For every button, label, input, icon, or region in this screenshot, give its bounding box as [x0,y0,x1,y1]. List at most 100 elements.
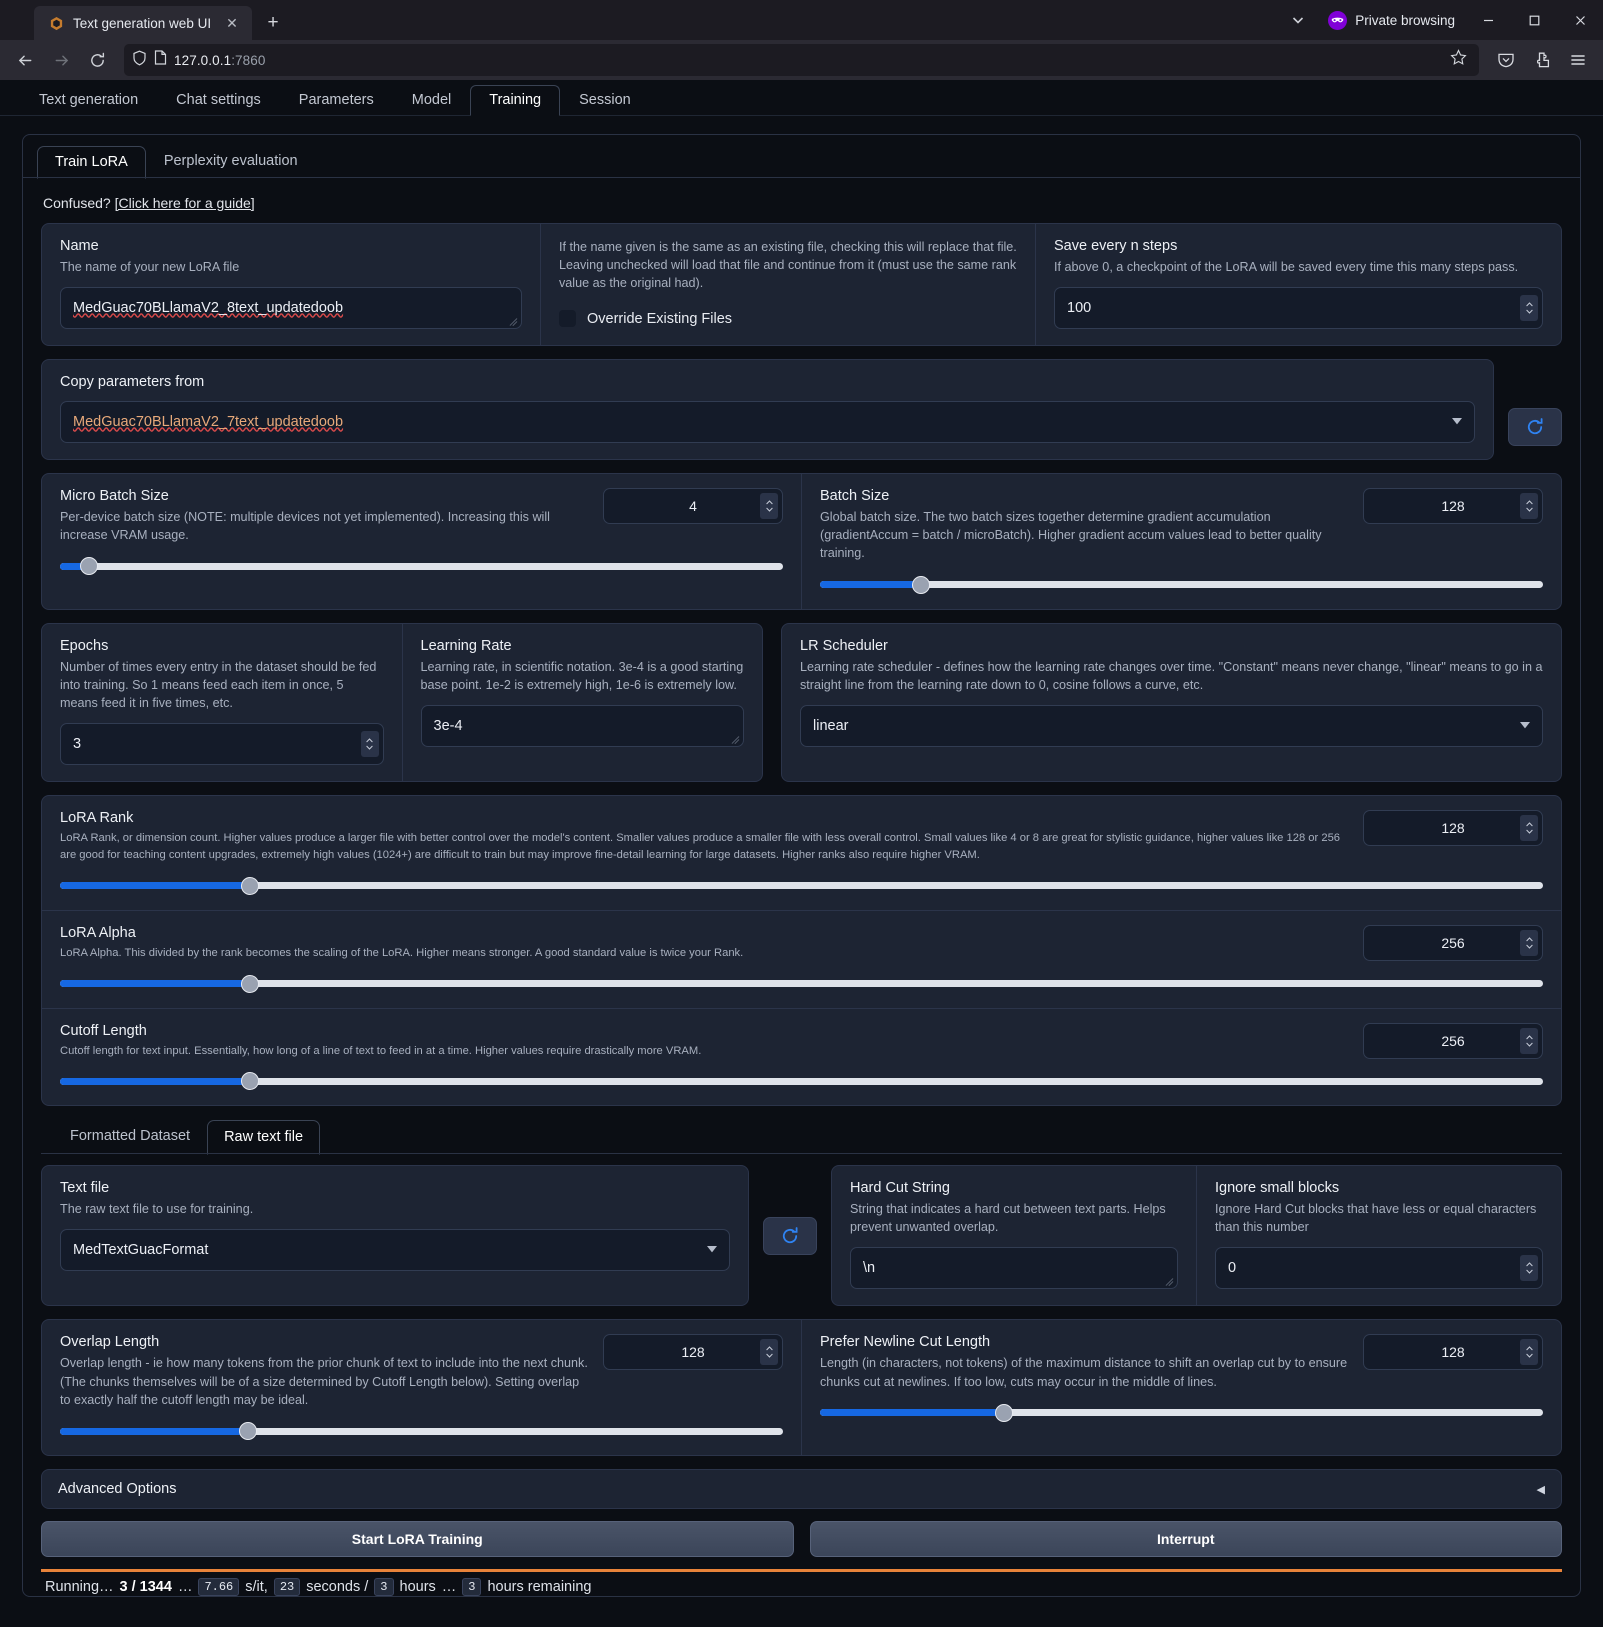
slider-knob[interactable] [239,1422,257,1440]
menu-icon[interactable] [1561,44,1595,76]
stepper-icon[interactable] [1520,295,1538,321]
slider-track [60,563,783,570]
resize-grip-icon[interactable] [507,315,518,326]
stepper-icon[interactable] [760,1339,778,1365]
text-file-label: Text file [60,1180,730,1196]
cutoff-length-slider[interactable] [60,1073,1543,1089]
override-existing-files-checkbox[interactable] [559,310,576,327]
slider-knob[interactable] [241,877,259,895]
lora-alpha-slider[interactable] [60,976,1543,992]
name-input[interactable]: MedGuac70BLlamaV2_8text_updatedoob [60,287,522,329]
epochs-desc: Number of times every entry in the datas… [60,658,384,713]
resize-grip-icon[interactable] [729,733,740,744]
override-existing-files-row[interactable]: Override Existing Files [559,310,1017,327]
ignore-small-blocks-value: 0 [1228,1260,1236,1276]
stepper-icon[interactable] [1520,1255,1538,1281]
slider-knob[interactable] [80,557,98,575]
pocket-icon[interactable] [1489,44,1523,76]
stepper-icon[interactable] [361,731,379,757]
batch-size-slider[interactable] [820,577,1543,593]
stepper-icon[interactable] [1520,1028,1538,1054]
resize-grip-icon[interactable] [1163,1275,1174,1286]
shield-icon[interactable] [132,50,147,71]
overlap-length-slider[interactable] [60,1423,783,1439]
progress-bar [41,1569,1562,1572]
maximize-button[interactable] [1511,0,1557,40]
tab-session[interactable]: Session [560,85,650,117]
micro-batch-input[interactable]: 4 [603,488,783,524]
lr-scheduler-cell: LR Scheduler Learning rate scheduler - d… [782,624,1561,764]
lora-alpha-input[interactable]: 256 [1363,925,1543,961]
extensions-icon[interactable] [1525,44,1559,76]
chevron-down-icon[interactable] [707,1245,717,1255]
bookmark-star-icon[interactable] [1450,49,1467,71]
chevron-left-icon[interactable]: ◀ [1537,1483,1545,1496]
slider-knob[interactable] [241,1072,259,1090]
batch-size-input[interactable]: 128 [1363,488,1543,524]
lora-rank-slider[interactable] [60,878,1543,894]
micro-batch-slider[interactable] [60,558,783,574]
tab-formatted-dataset[interactable]: Formatted Dataset [53,1119,207,1154]
epochs-input[interactable]: 3 [60,723,384,765]
ignore-small-blocks-input[interactable]: 0 [1215,1247,1543,1289]
prefer-newline-slider[interactable] [820,1405,1543,1421]
copy-params-refresh-button[interactable] [1508,408,1562,446]
lora-rank-cell: LoRA Rank LoRA Rank, or dimension count.… [42,796,1561,910]
lr-scheduler-block: LR Scheduler Learning rate scheduler - d… [781,623,1562,783]
stepper-icon[interactable] [1520,1339,1538,1365]
stepper-icon[interactable] [760,493,778,519]
text-file-block: Text file The raw text file to use for t… [41,1165,749,1307]
reload-button[interactable] [80,44,114,76]
text-file-refresh-button[interactable] [763,1217,817,1255]
back-button[interactable] [8,44,42,76]
new-tab-button[interactable]: + [258,8,288,38]
slider-knob[interactable] [995,1404,1013,1422]
chevron-down-icon[interactable] [1278,0,1318,40]
lora-rank-input[interactable]: 128 [1363,810,1543,846]
page-icon[interactable] [154,50,167,70]
micro-batch-cell: Micro Batch Size Per-device batch size (… [42,474,801,609]
copy-params-dropdown[interactable]: MedGuac70BLlamaV2_7text_updatedoob [60,401,1475,443]
text-file-dropdown[interactable]: MedTextGuacFormat [60,1229,730,1271]
slider-knob[interactable] [241,975,259,993]
cutoff-length-input[interactable]: 256 [1363,1023,1543,1059]
minimize-button[interactable] [1465,0,1511,40]
hard-cut-input[interactable]: \n [850,1247,1178,1289]
save-steps-input[interactable]: 100 [1054,287,1543,329]
start-lora-training-button[interactable]: Start LoRA Training [41,1521,794,1557]
tab-chat-settings[interactable]: Chat settings [157,85,280,117]
dataset-tabs-divider [41,1153,1562,1154]
mask-icon [1328,11,1347,30]
tab-model[interactable]: Model [393,85,471,117]
override-cell: If the name given is the same as an exis… [540,224,1035,345]
hard-cut-label: Hard Cut String [850,1180,1178,1196]
guide-link[interactable]: [Click here for a guide] [115,195,255,211]
overlap-length-value: 128 [681,1344,704,1360]
forward-button[interactable] [44,44,78,76]
stepper-icon[interactable] [1520,930,1538,956]
subtab-perplexity-evaluation[interactable]: Perplexity evaluation [146,145,316,178]
advanced-options-accordion[interactable]: Advanced Options ◀ [41,1469,1562,1509]
tab-parameters[interactable]: Parameters [280,85,393,117]
tab-training[interactable]: Training [470,85,560,117]
subtab-train-lora[interactable]: Train LoRA [37,146,146,179]
cut-options-block: Hard Cut String String that indicates a … [831,1165,1562,1307]
url-bar[interactable]: 127.0.0.1:7860 [124,44,1479,76]
tab-raw-text-file[interactable]: Raw text file [207,1120,320,1155]
tab-text-generation[interactable]: Text generation [20,85,157,117]
lr-scheduler-dropdown[interactable]: linear [800,705,1543,747]
prefer-newline-input[interactable]: 128 [1363,1334,1543,1370]
overlap-length-input[interactable]: 128 [603,1334,783,1370]
close-window-button[interactable] [1557,0,1603,40]
slider-knob[interactable] [912,576,930,594]
learning-rate-input[interactable]: 3e-4 [421,705,745,747]
stepper-icon[interactable] [1520,815,1538,841]
save-steps-desc: If above 0, a checkpoint of the LoRA wil… [1054,258,1543,276]
stepper-icon[interactable] [1520,493,1538,519]
interrupt-button[interactable]: Interrupt [810,1521,1563,1557]
prefer-newline-value: 128 [1441,1344,1464,1360]
chevron-down-icon[interactable] [1452,417,1462,427]
chevron-down-icon[interactable] [1520,721,1530,731]
close-icon[interactable]: ✕ [222,13,242,33]
browser-tab[interactable]: Text generation web UI ✕ [34,6,252,40]
